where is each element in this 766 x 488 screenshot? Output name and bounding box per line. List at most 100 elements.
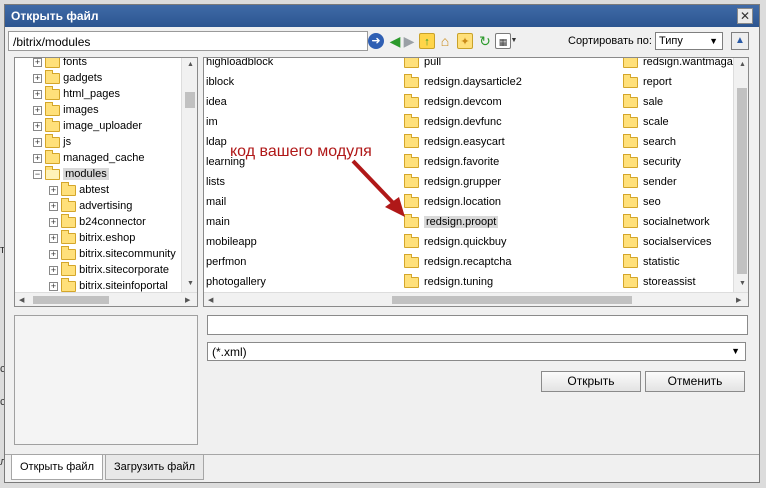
tree-vertical-scrollbar[interactable]: ▲ ▼: [181, 58, 197, 292]
file-item[interactable]: perfmon: [206, 256, 246, 272]
file-item[interactable]: redsign.quickbuy: [404, 233, 507, 252]
expand-icon[interactable]: +: [33, 137, 42, 147]
sort-direction-icon[interactable]: ▲: [731, 32, 749, 50]
scroll-left-icon[interactable]: ◀: [19, 296, 24, 304]
path-input[interactable]: /bitrix/modules: [8, 31, 368, 51]
file-item[interactable]: redsign.tuning: [404, 273, 493, 292]
expand-icon[interactable]: +: [33, 73, 42, 83]
file-item[interactable]: sender: [623, 173, 677, 192]
collapse-icon[interactable]: −: [33, 169, 42, 179]
file-item[interactable]: redsign.easycart: [404, 133, 505, 152]
filetype-value: (*.xml): [212, 345, 247, 359]
file-item[interactable]: im: [206, 116, 218, 132]
file-item[interactable]: lists: [206, 176, 225, 192]
forward-icon[interactable]: ▶: [401, 33, 417, 49]
file-item[interactable]: iblock: [206, 76, 234, 92]
refresh-icon[interactable]: ↻: [477, 33, 493, 49]
tree-item[interactable]: + gadgets: [33, 69, 102, 88]
file-item[interactable]: ldap: [206, 136, 227, 152]
file-item[interactable]: redsign.recaptcha: [404, 253, 511, 272]
expand-icon[interactable]: +: [49, 233, 58, 243]
expand-icon[interactable]: +: [33, 121, 42, 131]
filetype-select[interactable]: (*.xml) ▼: [207, 342, 746, 361]
tree-item[interactable]: − modules: [33, 165, 109, 184]
file-item[interactable]: sale: [623, 93, 663, 112]
folder-icon: [404, 133, 419, 148]
files-vertical-scrollbar[interactable]: ▲ ▼: [733, 58, 748, 292]
expand-icon[interactable]: +: [49, 217, 58, 227]
filename-input[interactable]: [207, 315, 748, 335]
expand-icon[interactable]: +: [49, 281, 58, 291]
file-item-label: redsign.devcom: [424, 96, 502, 108]
file-item[interactable]: report: [623, 73, 672, 92]
file-item[interactable]: storeassist: [623, 273, 696, 292]
expand-icon[interactable]: +: [49, 185, 58, 195]
folder-up-icon[interactable]: ↑: [419, 33, 435, 49]
expand-icon[interactable]: +: [49, 249, 58, 259]
file-list[interactable]: ▲ ▼ ◀ ▶ highloadblock iblock idea im ldap lea…: [203, 57, 749, 307]
files-scroll-thumb[interactable]: [737, 88, 747, 274]
file-item[interactable]: redsign.wantmaga: [623, 58, 733, 72]
file-item[interactable]: redsign.location: [404, 193, 501, 212]
folder-icon: [61, 245, 77, 260]
file-item[interactable]: redsign.proopt: [404, 213, 499, 232]
file-item[interactable]: statistic: [623, 253, 680, 272]
scroll-down-icon[interactable]: ▼: [187, 280, 194, 287]
view-mode-icon[interactable]: ▦: [495, 33, 511, 49]
file-item[interactable]: socialservices: [623, 233, 712, 252]
tree-item[interactable]: + images: [33, 101, 99, 120]
files-hscroll-thumb[interactable]: [392, 296, 632, 304]
tree-item[interactable]: + abtest: [49, 181, 109, 200]
scroll-up-icon[interactable]: ▲: [187, 61, 194, 68]
file-item[interactable]: mail: [206, 196, 226, 212]
file-item[interactable]: photogallery: [206, 276, 266, 292]
sort-select[interactable]: Типу ▼: [655, 32, 723, 50]
file-item[interactable]: highloadblock: [206, 57, 274, 72]
tree-item[interactable]: + fonts: [33, 58, 87, 72]
file-item[interactable]: redsign.daysarticle2: [404, 73, 522, 92]
title-bar[interactable]: Открыть файл ✕: [5, 5, 759, 27]
file-item[interactable]: pull: [404, 58, 441, 72]
files-horizontal-scrollbar[interactable]: ◀ ▶: [204, 292, 748, 306]
tree-hscroll-thumb[interactable]: [33, 296, 109, 304]
file-item-label: redsign.easycart: [424, 136, 505, 148]
file-item[interactable]: scale: [623, 113, 669, 132]
file-item-label: highloadblock: [206, 57, 274, 68]
expand-icon[interactable]: +: [33, 153, 42, 163]
file-item[interactable]: socialnetwork: [623, 213, 710, 232]
expand-icon[interactable]: +: [33, 105, 42, 115]
home-icon[interactable]: ⌂: [437, 33, 453, 49]
open-button[interactable]: Открыть: [541, 371, 641, 392]
cancel-button[interactable]: Отменить: [645, 371, 745, 392]
new-folder-icon[interactable]: ✦: [457, 33, 473, 49]
expand-icon[interactable]: +: [33, 58, 42, 67]
tab-open-file[interactable]: Открыть файл: [11, 455, 103, 480]
go-icon[interactable]: ➜: [368, 33, 384, 49]
file-item[interactable]: search: [623, 133, 676, 152]
close-button[interactable]: ✕: [737, 8, 753, 24]
file-item-label: iblock: [206, 76, 235, 88]
file-item[interactable]: redsign.favorite: [404, 153, 499, 172]
expand-icon[interactable]: +: [49, 201, 58, 211]
scroll-up-icon[interactable]: ▲: [739, 61, 746, 68]
expand-icon[interactable]: +: [33, 89, 42, 99]
file-item[interactable]: idea: [206, 96, 227, 112]
file-item[interactable]: security: [623, 153, 681, 172]
file-item[interactable]: seo: [623, 193, 661, 212]
file-item[interactable]: redsign.devcom: [404, 93, 502, 112]
scroll-right-icon[interactable]: ▶: [736, 296, 741, 304]
file-item-label: socialservices: [643, 236, 712, 248]
tree-item[interactable]: + bitrix.siteinfoportal: [49, 277, 168, 296]
file-item[interactable]: main: [206, 216, 230, 232]
expand-icon[interactable]: +: [49, 265, 58, 275]
view-mode-dropdown-icon[interactable]: ▼: [510, 33, 518, 49]
file-item[interactable]: redsign.devfunc: [404, 113, 502, 132]
tab-upload-file[interactable]: Загрузить файл: [105, 455, 205, 480]
file-item[interactable]: redsign.grupper: [404, 173, 501, 192]
scroll-left-icon[interactable]: ◀: [208, 296, 213, 304]
scroll-right-icon[interactable]: ▶: [185, 296, 190, 304]
file-item[interactable]: mobileapp: [206, 236, 257, 252]
tree-scroll-thumb[interactable]: [185, 92, 195, 108]
folder-tree[interactable]: ▲ ▼ ◀ ▶ + fonts + gadgets + html_pages + im…: [14, 57, 198, 307]
scroll-down-icon[interactable]: ▼: [739, 280, 746, 287]
